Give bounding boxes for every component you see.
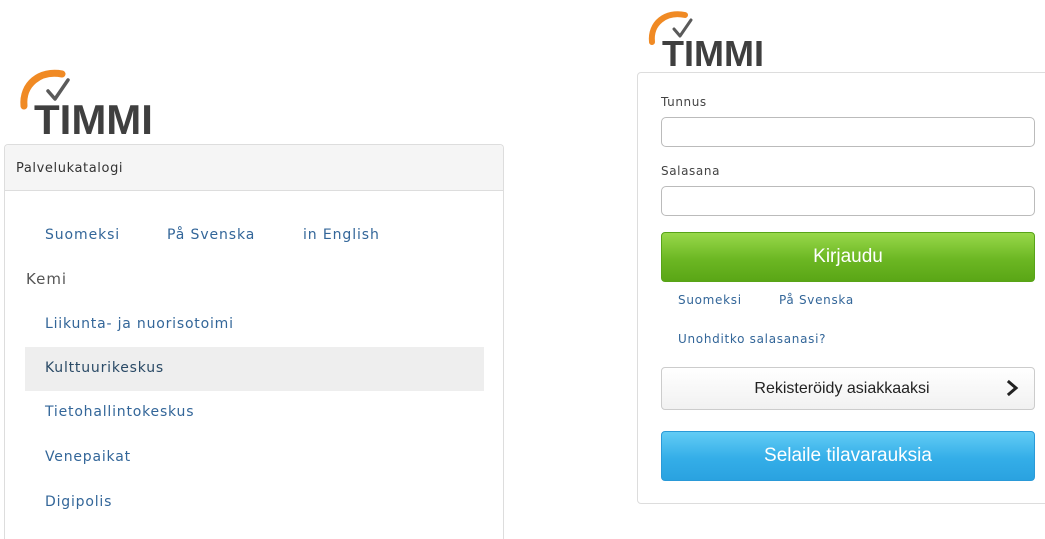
- catalog-item-kulttuurikeskus[interactable]: Kulttuurikeskus: [25, 347, 484, 391]
- catalog-title: Palvelukatalogi: [5, 145, 503, 191]
- password-input[interactable]: [661, 186, 1035, 216]
- catalog-item-venepaikat[interactable]: Venepaikat: [25, 436, 484, 480]
- catalog-item-tietohallintokeskus[interactable]: Tietohallintokeskus: [25, 391, 484, 435]
- lang-link-finnish[interactable]: Suomeksi: [45, 227, 120, 243]
- username-label: Tunnus: [661, 95, 707, 109]
- timmi-logo: TIMMI: [18, 66, 183, 138]
- logo-wordmark: TIMMI: [662, 33, 764, 70]
- login-lang-link-finnish[interactable]: Suomeksi: [678, 293, 742, 307]
- register-button-label: Rekisteröidy asiakkaaksi: [754, 380, 930, 397]
- lang-link-swedish[interactable]: På Svenska: [167, 227, 255, 243]
- catalog-language-switcher: Suomeksi På Svenska in English: [5, 227, 503, 247]
- catalog-item-liikunta[interactable]: Liikunta- ja nuorisotoimi: [25, 303, 484, 347]
- timmi-logo-login: TIMMI: [648, 8, 786, 70]
- login-button[interactable]: Kirjaudu: [661, 232, 1035, 282]
- forgot-password-link[interactable]: Unohditko salasanasi?: [678, 332, 826, 346]
- browse-reservations-button[interactable]: Selaile tilavarauksia: [661, 431, 1035, 481]
- service-catalog-panel: Palvelukatalogi Suomeksi På Svenska in E…: [4, 144, 504, 539]
- chevron-right-icon: [1006, 379, 1019, 397]
- logo-wordmark: TIMMI: [34, 96, 153, 138]
- login-panel: Tunnus Salasana Kirjaudu Suomeksi På Sve…: [637, 72, 1045, 504]
- lang-link-english[interactable]: in English: [303, 227, 380, 243]
- login-lang-link-swedish[interactable]: På Svenska: [779, 293, 854, 307]
- register-button[interactable]: Rekisteröidy asiakkaaksi: [661, 367, 1035, 410]
- username-input[interactable]: [661, 117, 1035, 147]
- password-label: Salasana: [661, 164, 721, 178]
- catalog-item-digipolis[interactable]: Digipolis: [25, 481, 484, 525]
- city-heading: Kemi: [26, 270, 68, 288]
